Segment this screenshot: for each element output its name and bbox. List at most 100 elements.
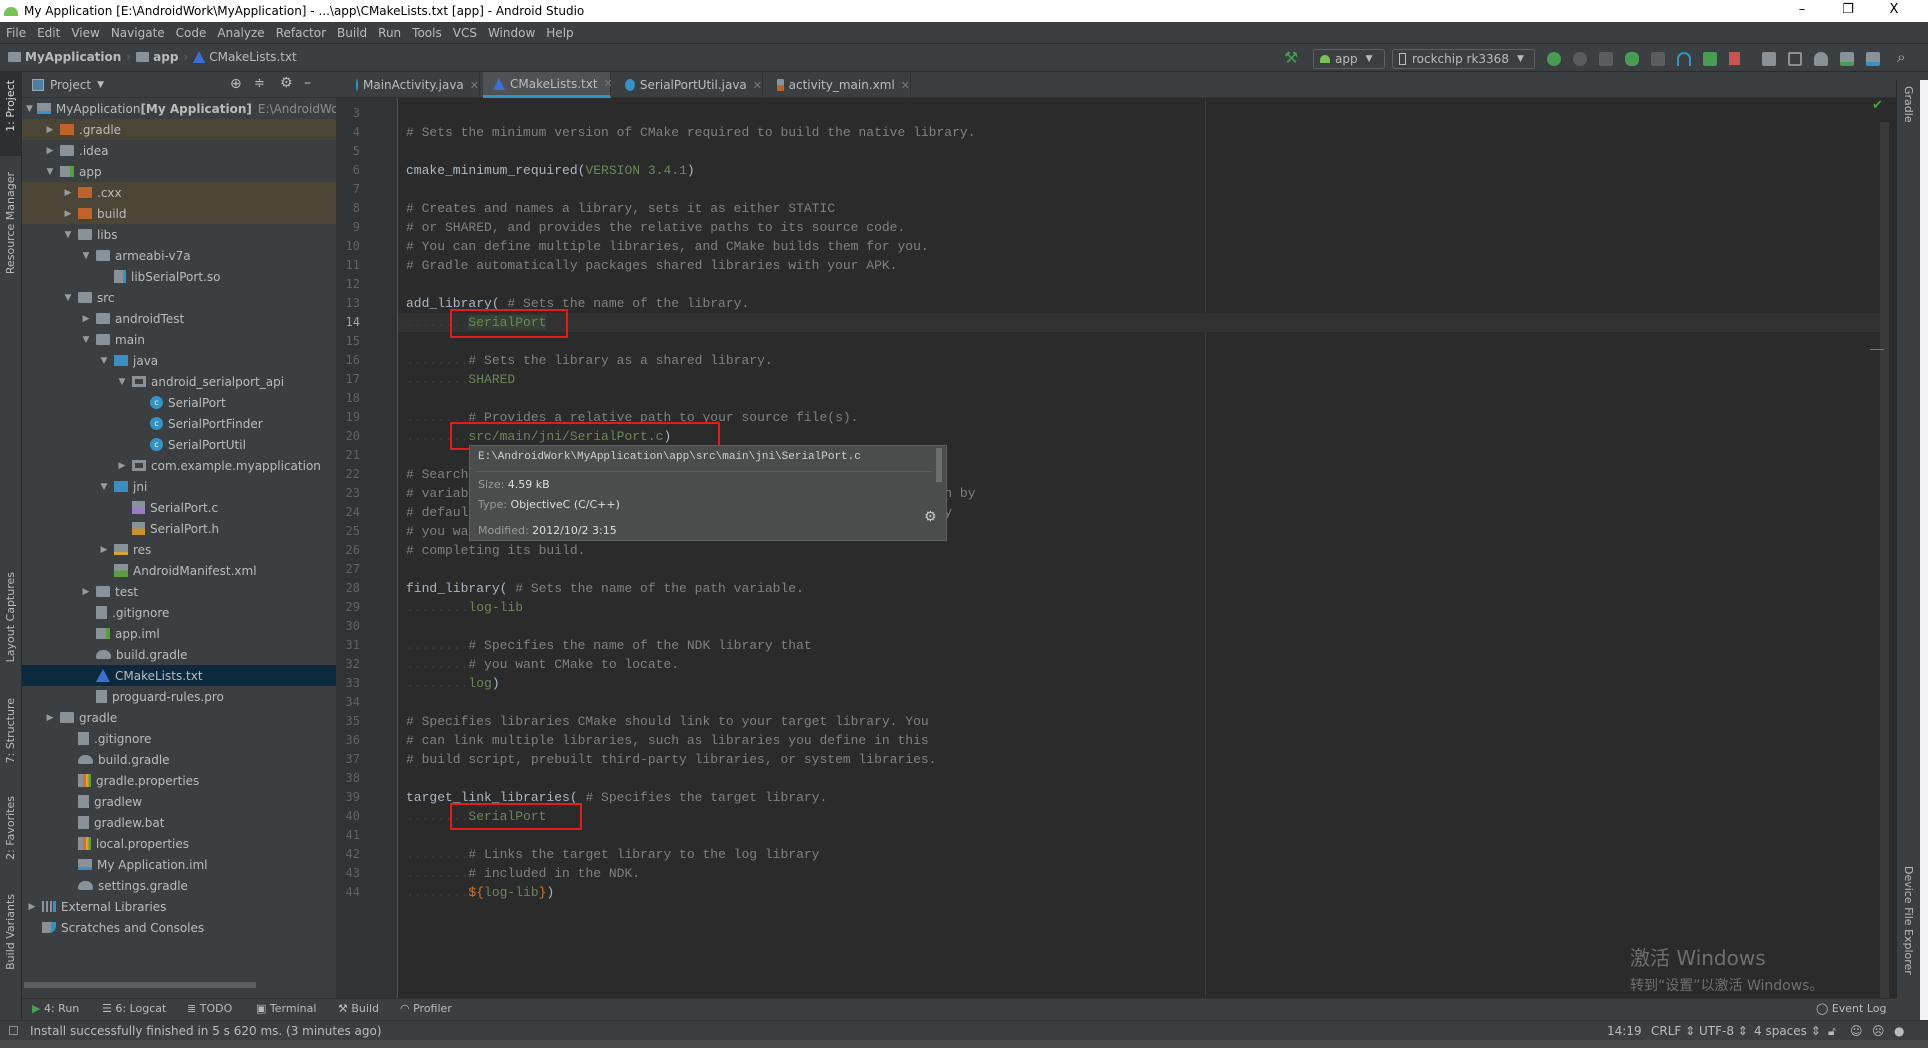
tool-build[interactable]: ⚒ Build xyxy=(338,1002,379,1015)
tree-item[interactable]: CMakeLists.txt xyxy=(22,665,336,686)
tab-cmakelists[interactable]: CMakeLists.txt ✕ xyxy=(483,72,613,98)
lock-icon[interactable]: 🔓︎ xyxy=(1828,1024,1836,1039)
chevron-down-icon[interactable]: ▼ xyxy=(97,80,104,90)
tree-item[interactable]: proguard-rules.pro xyxy=(22,686,336,707)
code-line[interactable]: # You can define multiple libraries, and… xyxy=(406,237,929,256)
tree-item[interactable]: c SerialPortUtil xyxy=(22,434,336,455)
tree-item[interactable]: c SerialPortFinder xyxy=(22,413,336,434)
line-separator[interactable]: CRLF ⇕ xyxy=(1651,1024,1695,1038)
menu-view[interactable]: View xyxy=(71,26,99,40)
collapsed-arrow-icon[interactable]: ▶ xyxy=(116,461,128,471)
device-dropdown[interactable]: rockchip rk3368 ▼ xyxy=(1392,49,1535,69)
tree-item[interactable]: SerialPort.c xyxy=(22,497,336,518)
expanded-arrow-icon[interactable]: ▼ xyxy=(44,167,56,177)
tab-mainactivity[interactable]: MainActivity.java ✕ xyxy=(346,72,480,98)
menu-file[interactable]: File xyxy=(6,26,26,40)
tree-item[interactable]: .gitignore xyxy=(22,728,336,749)
code-line[interactable]: # Gradle automatically packages shared l… xyxy=(406,256,897,275)
collapsed-arrow-icon[interactable]: ▶ xyxy=(62,209,74,219)
gear-icon[interactable]: ⚙ xyxy=(280,75,293,91)
tool-run[interactable]: ▶ 4: Run xyxy=(32,1002,79,1015)
code-line[interactable]: ........SHARED xyxy=(406,370,515,389)
editor-scrollbar[interactable] xyxy=(1880,122,1889,998)
code-line[interactable]: ........${log-lib}) xyxy=(406,883,554,902)
attach-debugger-icon[interactable] xyxy=(1651,52,1665,66)
inspector-icon[interactable]: ● xyxy=(1894,1024,1904,1038)
stripe-gradle[interactable]: Gradle xyxy=(1902,86,1915,123)
tool-profiler[interactable]: ◠ Profiler xyxy=(400,1002,452,1015)
expanded-arrow-icon[interactable]: ▼ xyxy=(98,482,110,492)
stripe-structure[interactable]: 7: Structure xyxy=(4,698,17,763)
tool-terminal[interactable]: ▣ Terminal xyxy=(256,1002,316,1015)
tree-item[interactable]: ▼ MyApplication [My Application] E:\Androi… xyxy=(22,98,336,119)
code-line[interactable]: # Creates and names a library, sets it a… xyxy=(406,199,835,218)
stripe-build-variants[interactable]: Build Variants xyxy=(4,894,17,970)
apply-changes-icon[interactable] xyxy=(1573,52,1587,66)
restore-button[interactable]: ❐ xyxy=(1838,2,1858,17)
tool-event-log[interactable]: ◯ Event Log xyxy=(1816,1002,1886,1015)
tree-item[interactable]: SerialPort.h xyxy=(22,518,336,539)
code-line[interactable]: # or SHARED, and provides the relative p… xyxy=(406,218,905,237)
tab-serialportutil[interactable]: SerialPortUtil.java ✕ xyxy=(615,72,763,98)
tree-item[interactable]: ▼ libs xyxy=(22,224,336,245)
code-line[interactable]: # build script, prebuilt third-party lib… xyxy=(406,750,937,769)
tree-item[interactable]: ▼ java xyxy=(22,350,336,371)
close-tab-icon[interactable]: ✕ xyxy=(753,79,762,92)
tree-item[interactable]: gradle.properties xyxy=(22,770,336,791)
status-toggle-icon[interactable]: ☐ xyxy=(8,1024,19,1038)
collapsed-arrow-icon[interactable]: ▶ xyxy=(44,713,56,723)
expanded-arrow-icon[interactable]: ▼ xyxy=(80,251,92,261)
avd-manager-icon[interactable] xyxy=(1788,52,1802,66)
code-line[interactable]: # completing its build. xyxy=(406,541,585,560)
menu-help[interactable]: Help xyxy=(546,26,573,40)
scrollbar-thumb[interactable] xyxy=(24,982,256,988)
expanded-arrow-icon[interactable]: ▼ xyxy=(26,104,33,114)
project-structure-icon[interactable] xyxy=(1762,52,1776,66)
tree-item[interactable]: local.properties xyxy=(22,833,336,854)
tree-item[interactable]: ▶ test xyxy=(22,581,336,602)
search-icon[interactable]: ⌕ xyxy=(1897,48,1905,66)
close-tab-icon[interactable]: ✕ xyxy=(470,79,479,92)
menu-tools[interactable]: Tools xyxy=(412,26,442,40)
menu-code[interactable]: Code xyxy=(176,26,207,40)
tree-item[interactable]: gradlew xyxy=(22,791,336,812)
code-line[interactable]: ........# Links the target library to th… xyxy=(406,845,819,864)
gradle-sync-icon[interactable] xyxy=(1814,52,1828,66)
code-line[interactable]: ........log) xyxy=(406,674,500,693)
stripe-favorites[interactable]: 2: Favorites xyxy=(4,796,17,860)
tree-item[interactable]: ▶ gradle xyxy=(22,707,336,728)
device-manager-icon[interactable] xyxy=(1866,52,1880,66)
tree-item[interactable]: gradlew.bat xyxy=(22,812,336,833)
collapsed-arrow-icon[interactable]: ▶ xyxy=(80,587,92,597)
tree-item[interactable]: ▼ app xyxy=(22,161,336,182)
apply-code-changes-icon[interactable] xyxy=(1599,52,1613,66)
expanded-arrow-icon[interactable]: ▼ xyxy=(80,335,92,345)
tree-item[interactable]: ▶ res xyxy=(22,539,336,560)
close-button[interactable]: X xyxy=(1884,2,1904,17)
menu-run[interactable]: Run xyxy=(378,26,401,40)
tree-item[interactable]: AndroidManifest.xml xyxy=(22,560,336,581)
collapsed-arrow-icon[interactable]: ▶ xyxy=(44,125,56,135)
tree-item[interactable]: ▶ androidTest xyxy=(22,308,336,329)
indent-setting[interactable]: 4 spaces ⇕ xyxy=(1754,1024,1821,1038)
debug-icon[interactable] xyxy=(1625,52,1639,66)
stripe-project[interactable]: 1: Project xyxy=(4,80,17,132)
code-line[interactable]: # Sets the minimum version of CMake requ… xyxy=(406,123,976,142)
stripe-layout-captures[interactable]: Layout Captures xyxy=(4,572,17,662)
expanded-arrow-icon[interactable]: ▼ xyxy=(98,356,110,366)
tree-item[interactable]: ▶ .idea xyxy=(22,140,336,161)
breadcrumb-module[interactable]: app xyxy=(153,50,178,64)
code-line[interactable]: # Specifies libraries CMake should link … xyxy=(406,712,929,731)
menu-navigate[interactable]: Navigate xyxy=(111,26,165,40)
tree-item[interactable]: ▶ com.example.myapplication xyxy=(22,455,336,476)
project-view-dropdown[interactable]: Project xyxy=(50,78,91,92)
caret-position[interactable]: 14:19 xyxy=(1607,1024,1642,1038)
project-tree-scrollbar[interactable] xyxy=(22,980,336,990)
tree-item[interactable]: ▶ build xyxy=(22,203,336,224)
menu-refactor[interactable]: Refactor xyxy=(276,26,326,40)
tool-logcat[interactable]: ☰ 6: Logcat xyxy=(102,1002,166,1015)
code-line[interactable]: find_library( # Sets the name of the pat… xyxy=(406,579,804,598)
menu-vcs[interactable]: VCS xyxy=(453,26,477,40)
tree-item[interactable]: c SerialPort xyxy=(22,392,336,413)
smile-icon[interactable]: ☺ xyxy=(1850,1024,1863,1038)
